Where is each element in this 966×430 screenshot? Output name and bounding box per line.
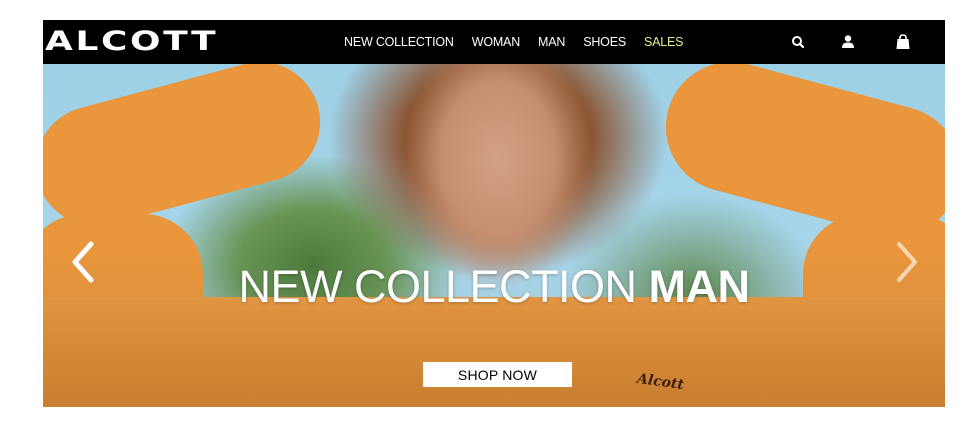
carousel-next-button[interactable] <box>885 234 925 290</box>
main-nav: NEW COLLECTION WOMAN MAN SHOES SALES <box>344 20 701 64</box>
nav-item-man[interactable]: MAN <box>538 35 565 49</box>
site-header: ALCOTT NEW COLLECTION WOMAN MAN SHOES SA… <box>43 20 945 64</box>
user-icon[interactable] <box>839 33 857 51</box>
nav-item-sales[interactable]: SALES <box>644 35 684 49</box>
nav-item-woman[interactable]: WOMAN <box>472 35 521 49</box>
brand-logo[interactable]: ALCOTT <box>45 23 218 61</box>
carousel-prev-button[interactable] <box>65 234 105 290</box>
hero-title-bold: MAN <box>648 261 750 312</box>
hero-title: NEW COLLECTION MAN <box>43 261 945 313</box>
page-frame: ALCOTT NEW COLLECTION WOMAN MAN SHOES SA… <box>43 20 945 407</box>
nav-item-new-collection[interactable]: NEW COLLECTION <box>344 35 454 49</box>
shop-now-button[interactable]: SHOP NOW <box>423 362 572 387</box>
hero-title-light: NEW COLLECTION <box>238 261 637 312</box>
hero-banner[interactable]: NEW COLLECTION MAN SHOP NOW Alcott <box>43 64 945 407</box>
hero-shade <box>43 64 945 407</box>
chevron-right-icon <box>897 242 917 282</box>
chevron-left-icon <box>72 241 94 283</box>
bag-icon[interactable] <box>894 33 912 51</box>
nav-item-shoes[interactable]: SHOES <box>583 35 626 49</box>
search-icon[interactable] <box>789 33 807 51</box>
